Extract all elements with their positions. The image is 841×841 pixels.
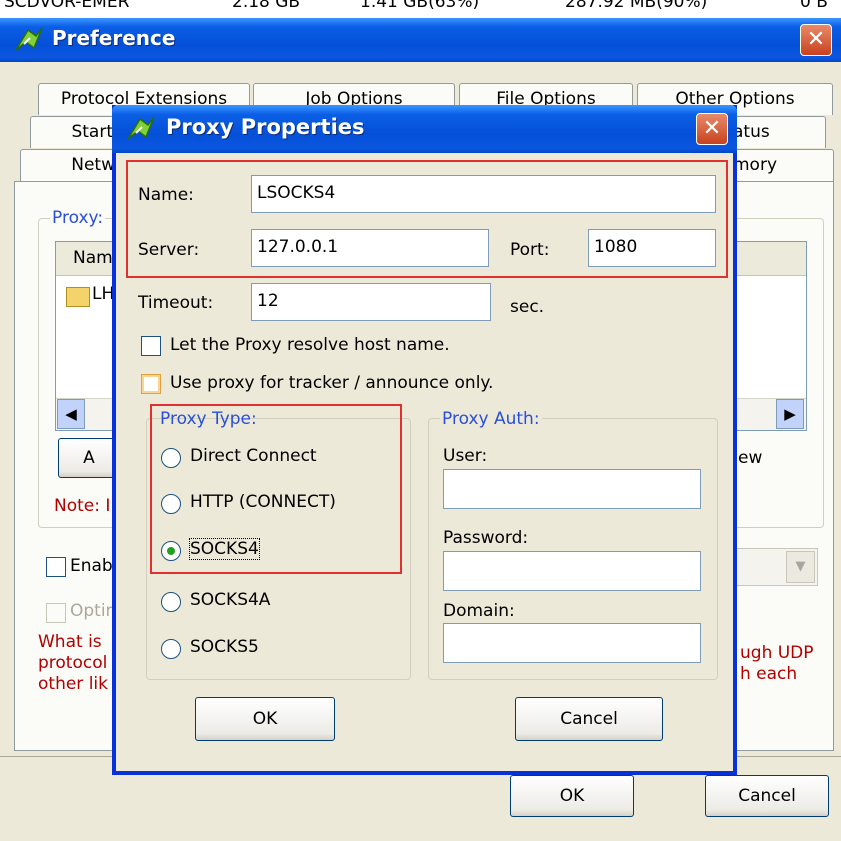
- domain-field[interactable]: [443, 623, 701, 663]
- drive-name: SCDVOR-EMER: [4, 0, 130, 12]
- close-icon: ✕: [702, 116, 722, 141]
- tab-memory[interactable]: mory: [728, 149, 834, 181]
- proxy-ok-button[interactable]: OK: [195, 697, 335, 741]
- proxy-type-label: Proxy Type:: [160, 409, 257, 429]
- pref-ok-button[interactable]: OK: [510, 775, 634, 817]
- what-is-text-1: What is: [38, 632, 102, 652]
- drive-used: 1.41 GB(63%): [360, 0, 480, 12]
- add-proxy-button[interactable]: A: [58, 438, 120, 478]
- udp-text-2: h each: [740, 664, 798, 684]
- password-field[interactable]: [443, 551, 701, 591]
- optimize-checkbox[interactable]: [46, 603, 66, 623]
- port-label: Port:: [510, 240, 550, 260]
- radio-socks4-label: SOCKS4: [189, 538, 260, 560]
- enable-label: Enab: [70, 556, 113, 576]
- timeout-unit: sec.: [510, 297, 545, 317]
- preference-close-button[interactable]: ✕: [800, 24, 832, 56]
- tab-status[interactable]: atus: [728, 116, 826, 148]
- radio-socks4[interactable]: [161, 541, 181, 561]
- port-field[interactable]: 1080: [588, 229, 716, 267]
- radio-socks5-label: SOCKS5: [190, 637, 259, 657]
- name-label: Name:: [138, 185, 194, 205]
- what-is-text-3: other lik: [38, 674, 108, 694]
- scroll-left-icon[interactable]: ◀: [57, 399, 85, 429]
- domain-label: Domain:: [443, 601, 515, 621]
- list-header-name: Nam: [73, 248, 113, 268]
- timeout-label: Timeout:: [138, 293, 214, 313]
- pref-cancel-button[interactable]: Cancel: [705, 775, 829, 817]
- close-icon: ✕: [806, 27, 826, 52]
- proxy-close-button[interactable]: ✕: [696, 113, 728, 145]
- proxy-type-highlight: [150, 404, 402, 574]
- proxy-note: Note: I: [54, 496, 111, 516]
- background-drive-row: SCDVOR-EMER 2.18 GB 1.41 GB(63%) 287.92 …: [0, 0, 841, 18]
- radio-socks4a-label: SOCKS4A: [190, 590, 271, 610]
- proxy-group-label: Proxy:: [50, 208, 106, 228]
- tab-network[interactable]: Netw: [20, 149, 120, 181]
- proxy-dialog-title: Proxy Properties: [166, 115, 365, 139]
- tracker-only-checkbox[interactable]: [141, 374, 161, 394]
- radio-socks4a[interactable]: [161, 592, 181, 612]
- scroll-right-icon[interactable]: ▶: [776, 399, 804, 429]
- name-field[interactable]: LSOCKS4: [251, 175, 716, 213]
- user-field[interactable]: [443, 469, 701, 509]
- proxy-item-icon: [66, 287, 90, 307]
- server-field[interactable]: 127.0.0.1: [251, 229, 489, 267]
- optimize-label: Optir: [70, 601, 113, 621]
- what-is-text-2: protocol: [38, 653, 108, 673]
- drive-free: 287.92 MB(90%): [565, 0, 708, 12]
- preference-titlebar[interactable]: Preference ✕: [0, 18, 841, 62]
- server-label: Server:: [138, 240, 200, 260]
- enable-checkbox[interactable]: [46, 557, 66, 577]
- proxy-cancel-button[interactable]: Cancel: [515, 697, 663, 741]
- radio-socks5[interactable]: [161, 639, 181, 659]
- tracker-only-label: Use proxy for tracker / announce only.: [170, 373, 494, 393]
- proxy-list-item[interactable]: LH: [92, 284, 114, 304]
- radio-direct-connect-label: Direct Connect: [190, 446, 317, 466]
- user-label: User:: [443, 446, 488, 466]
- app-logo-icon: [14, 26, 44, 54]
- radio-direct-connect[interactable]: [161, 448, 181, 468]
- resolve-host-checkbox[interactable]: [141, 336, 161, 356]
- timeout-field[interactable]: 12: [251, 283, 491, 321]
- preference-title: Preference: [52, 26, 176, 50]
- drive-size: 2.18 GB: [232, 0, 301, 12]
- radio-http-connect-label: HTTP (CONNECT): [190, 492, 336, 512]
- tab-start[interactable]: Start: [30, 116, 120, 148]
- password-label: Password:: [443, 528, 529, 548]
- udp-text-1: ugh UDP: [740, 643, 814, 663]
- proxy-auth-label: Proxy Auth:: [440, 409, 542, 429]
- new-proxy-button-label[interactable]: ew: [738, 448, 762, 468]
- chevron-down-icon[interactable]: ▼: [786, 551, 815, 583]
- radio-http-connect[interactable]: [161, 494, 181, 514]
- drive-extra: 0 B: [800, 0, 828, 12]
- proxy-titlebar[interactable]: Proxy Properties ✕: [112, 105, 737, 153]
- app-logo-icon: [126, 115, 156, 143]
- resolve-host-label: Let the Proxy resolve host name.: [170, 335, 450, 355]
